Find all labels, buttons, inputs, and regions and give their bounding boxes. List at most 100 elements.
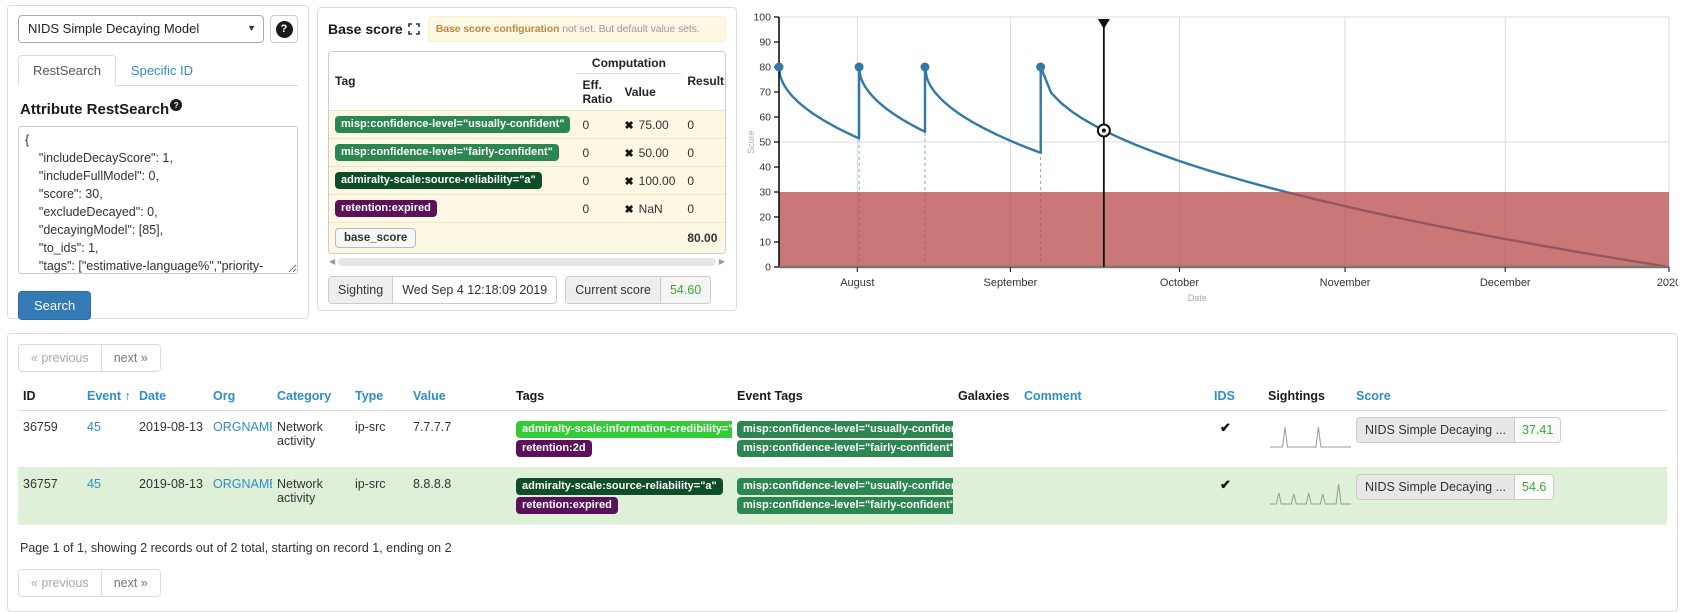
attributes-table: IDEvent ↑DateOrgCategoryTypeValueTagsEve…	[18, 382, 1667, 525]
next-page-button[interactable]: next »	[101, 570, 160, 596]
tag-badge[interactable]: retention:expired	[516, 497, 618, 514]
result-cell: 0	[681, 167, 726, 195]
threshold-area	[779, 192, 1669, 267]
base-score-badge[interactable]: base_score	[335, 228, 416, 248]
decay-score-chart: 0102030405060708090100AugustSeptemberOct…	[745, 5, 1678, 323]
tag-badge[interactable]: misp:confidence-level="usually-confident…	[335, 116, 570, 133]
event-tag-badge[interactable]: misp:confidence-level="usually-confident…	[737, 421, 953, 438]
cell-event: 45	[82, 468, 134, 525]
warning-text: not set. But default value sets.	[562, 23, 699, 35]
column-header-date[interactable]: Date	[134, 382, 208, 411]
restsearch-query-input[interactable]: { "includeDecayScore": 1, "includeFullMo…	[18, 126, 298, 274]
model-select-row: NIDS Simple Decaying Model ▼ ?	[18, 15, 298, 43]
base-score-label-cell: base_score	[329, 223, 576, 254]
value-cell: ✖100.00	[618, 167, 681, 195]
column-header-tag: Tag	[329, 52, 576, 111]
eff-ratio-cell: 0	[576, 111, 618, 139]
tag-badge[interactable]: admiralty-scale:source-reliability="a"	[335, 172, 542, 189]
event-tag-badge[interactable]: misp:confidence-level="fairly-confident"	[737, 497, 953, 514]
base-score-row: admiralty-scale:source-reliability="a" 0✖…	[329, 167, 726, 195]
pagination-bottom: « previousnext »	[18, 569, 161, 597]
score-value: 37.41	[1515, 418, 1560, 442]
tag-badge[interactable]: admiralty-scale:information-credibility=…	[516, 421, 732, 438]
column-header-tags[interactable]: Tags	[511, 382, 732, 411]
multiply-icon: ✖	[624, 204, 633, 216]
horizontal-scrollbar[interactable]: ◀ ▶	[328, 256, 726, 268]
event-tag-badge[interactable]: misp:confidence-level="fairly-confident"	[737, 440, 953, 457]
svg-text:70: 70	[759, 87, 771, 99]
svg-text:September: September	[983, 277, 1037, 289]
score-model-button[interactable]: NIDS Simple Decaying ...	[1357, 475, 1515, 499]
tag-badge[interactable]: admiralty-scale:source-reliability="a"	[516, 478, 723, 495]
column-header-type[interactable]: Type	[350, 382, 408, 411]
expand-icon[interactable]	[408, 23, 420, 35]
column-header-value: Value	[618, 74, 681, 111]
empty-cell	[576, 223, 618, 254]
org-link[interactable]: ORGNAME	[213, 420, 272, 434]
tab-specific-id[interactable]: Specific ID	[116, 55, 208, 86]
column-header-computation: Computation	[576, 52, 681, 74]
previous-page-button[interactable]: « previous	[19, 570, 101, 596]
current-score-group: Current score 54.60	[565, 276, 711, 304]
org-link[interactable]: ORGNAME	[213, 477, 272, 491]
model-select[interactable]: NIDS Simple Decaying Model ▼	[18, 15, 264, 43]
svg-text:50: 50	[759, 137, 771, 149]
cell-galaxies	[953, 468, 1019, 525]
cell-tags: admiralty-scale:information-credibility=…	[511, 411, 732, 468]
cell-category: Network activity	[272, 468, 350, 525]
svg-text:20: 20	[759, 212, 771, 224]
event-link[interactable]: 45	[87, 420, 101, 434]
column-header-sightings[interactable]: Sightings	[1263, 382, 1351, 411]
svg-text:August: August	[840, 277, 874, 289]
model-search-panel: NIDS Simple Decaying Model ▼ ? RestSearc…	[7, 5, 309, 319]
cell-category: Network activity	[272, 411, 350, 468]
column-header-category[interactable]: Category	[272, 382, 350, 411]
column-header-org[interactable]: Org	[208, 382, 272, 411]
attribute-restsearch-heading: Attribute RestSearch	[20, 101, 169, 118]
svg-text:90: 90	[759, 37, 771, 49]
scroll-right-icon[interactable]: ▶	[719, 256, 725, 268]
column-header-value[interactable]: Value	[408, 382, 511, 411]
column-header-event[interactable]: Event ↑	[82, 382, 134, 411]
column-header-galaxies[interactable]: Galaxies	[953, 382, 1019, 411]
column-header-id[interactable]: ID	[18, 382, 82, 411]
value-cell: ✖75.00	[618, 111, 681, 139]
event-link[interactable]: 45	[87, 477, 101, 491]
column-header-comment[interactable]: Comment	[1019, 382, 1209, 411]
tag-badge[interactable]: misp:confidence-level="fairly-confident"	[335, 144, 559, 161]
chevron-down-icon: ▼	[247, 23, 256, 33]
tag-cell: admiralty-scale:source-reliability="a"	[329, 167, 576, 195]
score-value: 54.6	[1515, 475, 1553, 499]
page-info: Page 1 of 1, showing 2 records out of 2 …	[18, 524, 1667, 569]
scrollbar-thumb[interactable]	[338, 258, 716, 266]
empty-cell	[618, 223, 681, 254]
svg-text:80: 80	[759, 62, 771, 74]
score-model-button[interactable]: NIDS Simple Decaying ...	[1357, 418, 1515, 442]
next-page-button[interactable]: next »	[101, 345, 160, 371]
base-score-row: misp:confidence-level="usually-confident…	[329, 111, 726, 139]
scroll-left-icon[interactable]: ◀	[329, 256, 335, 268]
check-icon: ✔	[1214, 420, 1231, 435]
results-panel: « previousnext » IDEvent ↑DateOrgCategor…	[7, 333, 1678, 612]
base-score-table: Tag Computation Result Eff. Ratio Value …	[328, 51, 726, 254]
cell-id: 36759	[18, 411, 82, 468]
model-help-button[interactable]: ?	[270, 15, 298, 43]
cell-value: 8.8.8.8	[408, 468, 511, 525]
column-header-score[interactable]: Score	[1351, 382, 1667, 411]
cell-tags: admiralty-scale:source-reliability="a" re…	[511, 468, 732, 525]
column-header-event_tags[interactable]: Event Tags	[732, 382, 953, 411]
search-button[interactable]: Search	[18, 291, 91, 320]
tab-restsearch[interactable]: RestSearch	[18, 55, 116, 86]
cell-type: ip-src	[350, 468, 408, 525]
value-cell: ✖NaN	[618, 195, 681, 223]
result-cell: 0	[681, 111, 726, 139]
cell-date: 2019-08-13	[134, 468, 208, 525]
previous-page-button[interactable]: « previous	[19, 345, 101, 371]
tag-cell: misp:confidence-level="usually-confident…	[329, 111, 576, 139]
event-tag-badge[interactable]: misp:confidence-level="usually-confident…	[737, 478, 953, 495]
column-header-ids[interactable]: IDS	[1209, 382, 1263, 411]
result-cell: 0	[681, 139, 726, 167]
tag-badge[interactable]: retention:expired	[335, 200, 437, 217]
tag-badge[interactable]: retention:2d	[516, 440, 592, 457]
svg-text:0: 0	[765, 262, 771, 274]
